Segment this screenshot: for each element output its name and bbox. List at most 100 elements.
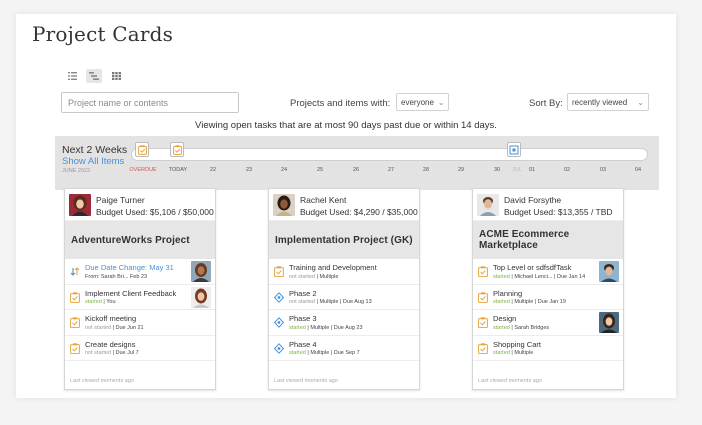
task-status: started	[493, 324, 510, 331]
task-name: Phase 2	[289, 288, 317, 298]
owner-name: Paige Turner	[96, 195, 145, 205]
phase-icon	[274, 291, 284, 303]
task-row[interactable]: Create designs not started | Due Jul 7	[65, 336, 215, 361]
task-name: Planning	[493, 288, 523, 298]
task-meta: From: Sarah Bri... Feb 23	[85, 273, 148, 280]
task-icon	[478, 291, 488, 303]
date-change-icon	[70, 267, 80, 276]
project-cards-panel: Project Cards Projects and items with: e…	[16, 14, 676, 398]
task-meta: | Multiple | Due Jan 19	[511, 299, 566, 305]
avatar	[69, 194, 91, 216]
project-card[interactable]: Rachel Kent Budget Used: $4,290 / $35,00…	[268, 188, 420, 390]
task-meta: | Due Jul 7	[112, 350, 139, 356]
task-icon	[172, 144, 182, 155]
project-title[interactable]: ACME Ecommerce Marketplace	[473, 221, 623, 259]
tick-day: 30	[493, 167, 501, 173]
avatar	[191, 286, 211, 308]
task-status: started	[493, 350, 510, 356]
task-status: started	[289, 350, 306, 356]
task-row[interactable]: Planning started | Multiple | Due Jan 19	[473, 285, 623, 310]
task-icon	[70, 317, 80, 328]
task-row[interactable]: Due Date Change: May 31 From: Sarah Bri.…	[65, 259, 215, 285]
list-view-icon[interactable]	[64, 69, 80, 83]
project-title[interactable]: Implementation Project (GK)	[269, 221, 419, 259]
task-icon	[478, 317, 488, 328]
task-name: Implement Client Feedback	[85, 288, 177, 298]
viewing-summary: Viewing open tasks that are at most 90 d…	[195, 120, 497, 131]
task-status: started	[289, 324, 306, 331]
tick-today: TODAY	[168, 167, 188, 173]
tick-day: 26	[352, 167, 360, 173]
timeline-view-icon[interactable]	[86, 69, 102, 83]
task-row[interactable]: Phase 4 started | Multiple | Due Sep 7	[269, 336, 419, 361]
task-meta: | Multiple | Due Aug 23	[307, 324, 363, 331]
task-name: Phase 3	[289, 314, 317, 323]
project-card[interactable]: David Forsythe Budget Used: $13,355 / TB…	[472, 188, 624, 390]
filter-dropdown[interactable]: everyone ⌄	[396, 93, 449, 111]
grid-view-icon[interactable]	[108, 69, 124, 83]
project-card[interactable]: Paige Turner Budget Used: $5,106 / $50,0…	[64, 188, 216, 390]
chevron-down-icon: ⌄	[437, 97, 445, 107]
phase-pin[interactable]	[507, 142, 521, 157]
avatar	[477, 194, 499, 216]
task-icon	[478, 266, 488, 277]
sort-value: recently viewed	[572, 97, 628, 107]
task-icon	[137, 144, 147, 155]
task-row[interactable]: Phase 3 started | Multiple | Due Aug 23	[269, 310, 419, 336]
task-name: Due Date Change: May 31	[85, 263, 174, 272]
task-status: not started	[85, 350, 111, 356]
task-row[interactable]: Implement Client Feedback started | You	[65, 285, 215, 310]
task-name: Phase 4	[289, 339, 317, 349]
task-icon	[478, 342, 488, 354]
task-row[interactable]: Top Level or sdfsdfTask started | Michae…	[473, 259, 623, 285]
task-icon	[70, 342, 80, 354]
tick-month: JUL	[512, 167, 522, 173]
overdue-task-pin[interactable]	[135, 142, 149, 157]
tick-day: 01	[528, 167, 536, 173]
tick-day: 28	[422, 167, 430, 173]
filter-label: Projects and items with:	[290, 98, 391, 109]
task-name: Shopping Cart	[493, 339, 541, 349]
task-status: started	[85, 299, 102, 305]
timeline-strip: Next 2 Weeks Show All Items JUNE 2022 OV…	[55, 136, 659, 190]
phase-icon	[274, 342, 284, 354]
task-meta: | Multiple | Due Sep 7	[307, 350, 360, 356]
task-row[interactable]: Kickoff meeting not started | Due Jun 21	[65, 310, 215, 336]
card-owner: Paige Turner Budget Used: $5,106 / $50,0…	[65, 189, 215, 221]
sort-dropdown[interactable]: recently viewed ⌄	[567, 93, 649, 111]
view-switcher	[64, 69, 124, 83]
last-viewed: Last viewed moments ago	[70, 378, 134, 384]
task-name: Training and Development	[289, 263, 377, 272]
task-row[interactable]: Phase 2 not started | Multiple | Due Aug…	[269, 285, 419, 310]
avatar	[191, 261, 211, 282]
task-meta: | Multiple	[316, 273, 339, 280]
avatar	[273, 194, 295, 216]
task-meta: | You	[103, 299, 116, 305]
page-title: Project Cards	[32, 22, 174, 46]
card-owner: Rachel Kent Budget Used: $4,290 / $35,00…	[269, 189, 419, 221]
task-row[interactable]: Design started | Sarah Bridges	[473, 310, 623, 336]
task-status: not started	[289, 299, 315, 305]
tick-day: 02	[563, 167, 571, 173]
show-all-items-link[interactable]: Show All Items	[62, 156, 124, 167]
task-name: Top Level or sdfsdfTask	[493, 263, 572, 272]
budget-used: Budget Used: $5,106 / $50,000	[96, 207, 214, 217]
task-status: not started	[85, 324, 111, 331]
task-row[interactable]: Training and Development not started | M…	[269, 259, 419, 285]
project-title[interactable]: AdventureWorks Project	[65, 221, 215, 259]
timeline-title: Next 2 Weeks	[62, 144, 128, 156]
task-status: started	[493, 299, 510, 305]
task-name: Create designs	[85, 339, 136, 349]
last-viewed: Last viewed moments ago	[274, 378, 338, 384]
owner-name: David Forsythe	[504, 195, 562, 205]
tick-day: 04	[634, 167, 642, 173]
task-name: Kickoff meeting	[85, 314, 137, 323]
task-row[interactable]: Shopping Cart started | Multiple	[473, 336, 623, 361]
today-task-pin[interactable]	[170, 142, 184, 157]
task-meta: | Sarah Bridges	[511, 324, 550, 331]
task-icon	[70, 291, 80, 303]
task-meta: | Multiple	[511, 350, 534, 356]
task-status: started	[493, 273, 510, 280]
search-input[interactable]	[61, 92, 239, 113]
timeline-track[interactable]	[131, 148, 648, 161]
